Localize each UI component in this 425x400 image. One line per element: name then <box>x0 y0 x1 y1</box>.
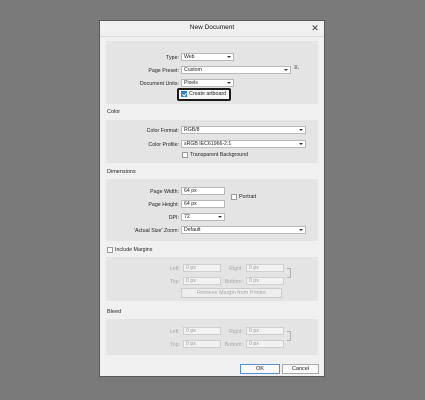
color-profile-value: sRGB IEC61966-2.1 <box>184 141 232 147</box>
bleed-bottom-label: Bottom: <box>224 342 243 348</box>
margin-link-bracket[interactable] <box>287 268 291 278</box>
bleed-bottom-input[interactable]: 0 px <box>246 340 284 348</box>
page-width-label: Page Width: <box>150 189 179 195</box>
margin-top-label: Top: <box>169 279 180 285</box>
chevron-down-icon <box>284 68 288 71</box>
bleed-link-bracket[interactable] <box>287 331 291 341</box>
type-label: Type: <box>166 55 179 61</box>
page-preset-label: Page Preset: <box>148 68 179 74</box>
dialog-title: New Document <box>189 24 235 31</box>
page-width-input[interactable]: 64 px <box>181 187 225 195</box>
type-value: Web <box>184 54 195 60</box>
cancel-button[interactable]: Cancel <box>282 364 319 374</box>
portrait-checkbox[interactable] <box>231 194 237 200</box>
create-artboard-checkbox[interactable] <box>181 91 187 97</box>
chevron-down-icon <box>227 81 231 84</box>
margin-right-label: Right: <box>229 266 243 272</box>
actual-size-zoom-select[interactable]: Default <box>181 226 306 234</box>
color-format-label: Color Format: <box>146 128 179 134</box>
margin-bottom-label: Bottom: <box>224 279 243 285</box>
chevron-down-icon <box>299 128 303 131</box>
page-preset-value: Custom <box>184 67 202 73</box>
more-options-icon[interactable]: ≡. <box>294 65 299 71</box>
margin-bottom-input[interactable]: 0 px <box>246 277 284 285</box>
transparent-background-checkbox[interactable] <box>182 152 188 158</box>
dpi-value: 72 <box>184 214 190 220</box>
include-margins-checkbox[interactable] <box>107 247 113 253</box>
create-artboard-label: Create artboard <box>189 91 227 97</box>
dimensions-section-title: Dimensions <box>107 169 136 175</box>
bleed-left-label: Left: <box>169 329 180 335</box>
document-units-select[interactable]: Pixels <box>181 79 234 87</box>
dpi-label: DPI: <box>168 215 179 221</box>
bleed-right-label: Right: <box>229 329 243 335</box>
page-height-input[interactable]: 64 px <box>181 200 225 208</box>
actual-size-zoom-label: 'Actual Size' Zoom: <box>133 228 179 234</box>
color-profile-select[interactable]: sRGB IEC61966-2.1 <box>181 140 306 148</box>
document-units-value: Pixels <box>184 80 198 86</box>
include-margins-label: Include Margins <box>115 247 153 253</box>
ok-button[interactable]: OK <box>240 364 280 374</box>
portrait-label: Portrait <box>239 194 257 200</box>
bleed-section-title: Bleed <box>107 309 122 315</box>
document-units-label: Document Units: <box>139 81 179 87</box>
page-preset-select[interactable]: Custom <box>181 66 291 74</box>
chevron-down-icon <box>299 142 303 145</box>
chevron-down-icon <box>227 55 231 58</box>
chevron-down-icon <box>218 215 222 218</box>
dpi-select[interactable]: 72 <box>181 213 225 221</box>
color-format-value: RGB/8 <box>184 127 200 133</box>
bleed-top-label: Top: <box>169 342 180 348</box>
close-icon[interactable]: ✕ <box>310 22 320 34</box>
title-bar: New Document ✕ <box>100 21 324 37</box>
retrieve-margin-button[interactable]: Retrieve Margin from Printer <box>181 288 282 298</box>
bleed-right-input[interactable]: 0 px <box>246 327 284 335</box>
transparent-background-label: Transparent Background <box>190 152 249 158</box>
page-height-label: Page Height: <box>148 202 179 208</box>
chevron-down-icon <box>299 228 303 231</box>
margin-left-label: Left: <box>169 266 180 272</box>
color-format-select[interactable]: RGB/8 <box>181 126 306 134</box>
color-profile-label: Color Profile: <box>148 142 179 148</box>
actual-size-zoom-value: Default <box>184 227 201 233</box>
type-select[interactable]: Web <box>181 53 234 61</box>
margin-right-input[interactable]: 0 px <box>246 264 284 272</box>
color-section-title: Color <box>107 109 121 115</box>
